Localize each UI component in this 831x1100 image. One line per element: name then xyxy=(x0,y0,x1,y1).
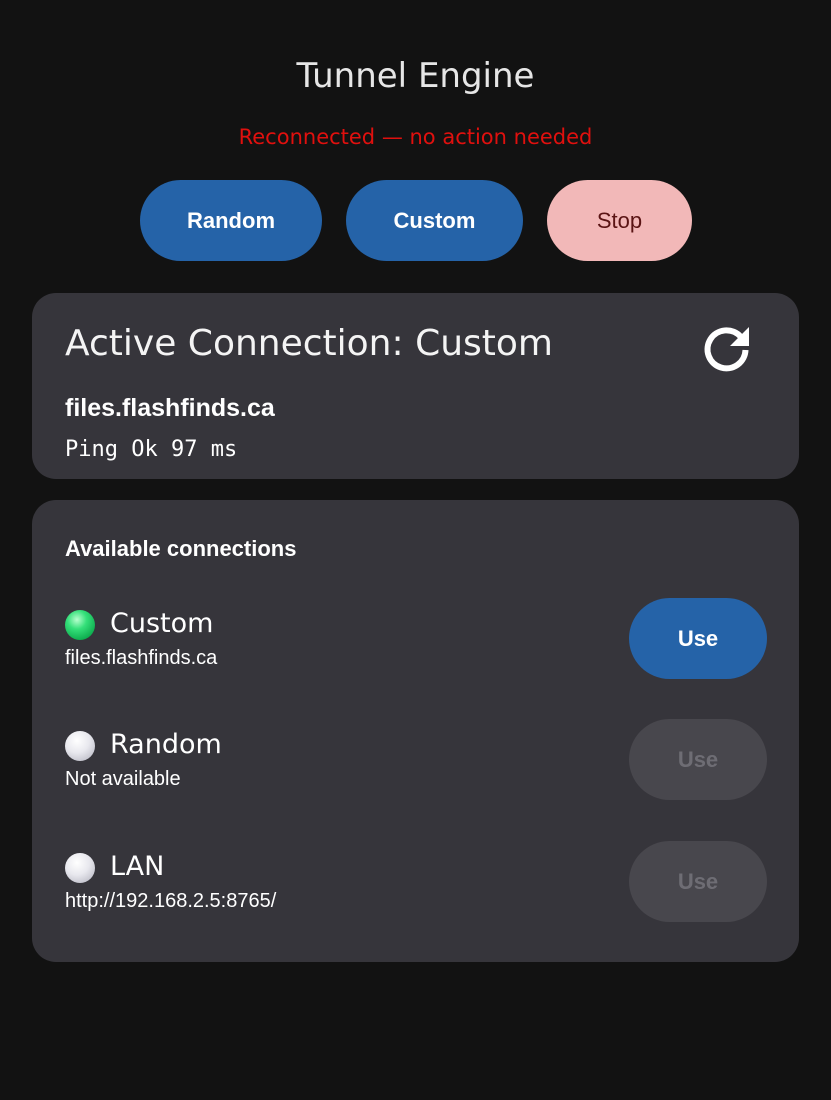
status-dot-icon xyxy=(65,610,95,640)
stop-button[interactable]: Stop xyxy=(547,180,692,261)
status-dot-icon xyxy=(65,853,95,883)
connection-detail: Not available xyxy=(65,768,181,790)
refresh-icon-graphic xyxy=(704,327,749,372)
connection-detail: files.flashfinds.ca xyxy=(65,647,218,669)
ping-status: Ping Ok 97 ms xyxy=(65,437,238,462)
connection-name: Custom xyxy=(110,608,214,639)
app-title: Tunnel Engine xyxy=(296,56,535,96)
app-screen: Tunnel Engine Reconnected — no action ne… xyxy=(0,0,831,1100)
connection-detail: http://192.168.2.5:8765/ xyxy=(65,890,277,912)
available-connections-heading: Available connections xyxy=(65,536,297,561)
available-connections-card: Available connections Custom files.flash… xyxy=(32,500,799,962)
connection-name: Random xyxy=(110,729,222,760)
use-lan-button[interactable]: Use xyxy=(629,841,767,922)
random-button[interactable]: Random xyxy=(140,180,322,261)
connection-row-custom: Custom files.flashfinds.ca Use xyxy=(32,598,799,680)
active-host: files.flashfinds.ca xyxy=(65,394,275,422)
use-random-button[interactable]: Use xyxy=(629,719,767,800)
connection-row-lan: LAN http://192.168.2.5:8765/ Use xyxy=(32,841,799,923)
connection-name: LAN xyxy=(110,851,165,882)
custom-button[interactable]: Custom xyxy=(346,180,523,261)
active-connection-title: Active Connection: Custom xyxy=(65,323,553,364)
active-connection-card: Active Connection: Custom files.flashfin… xyxy=(32,293,799,479)
connection-row-random: Random Not available Use xyxy=(32,719,799,801)
refresh-icon[interactable] xyxy=(700,321,754,375)
status-message: Reconnected — no action needed xyxy=(238,125,593,149)
status-dot-icon xyxy=(65,731,95,761)
use-custom-button[interactable]: Use xyxy=(629,598,767,679)
